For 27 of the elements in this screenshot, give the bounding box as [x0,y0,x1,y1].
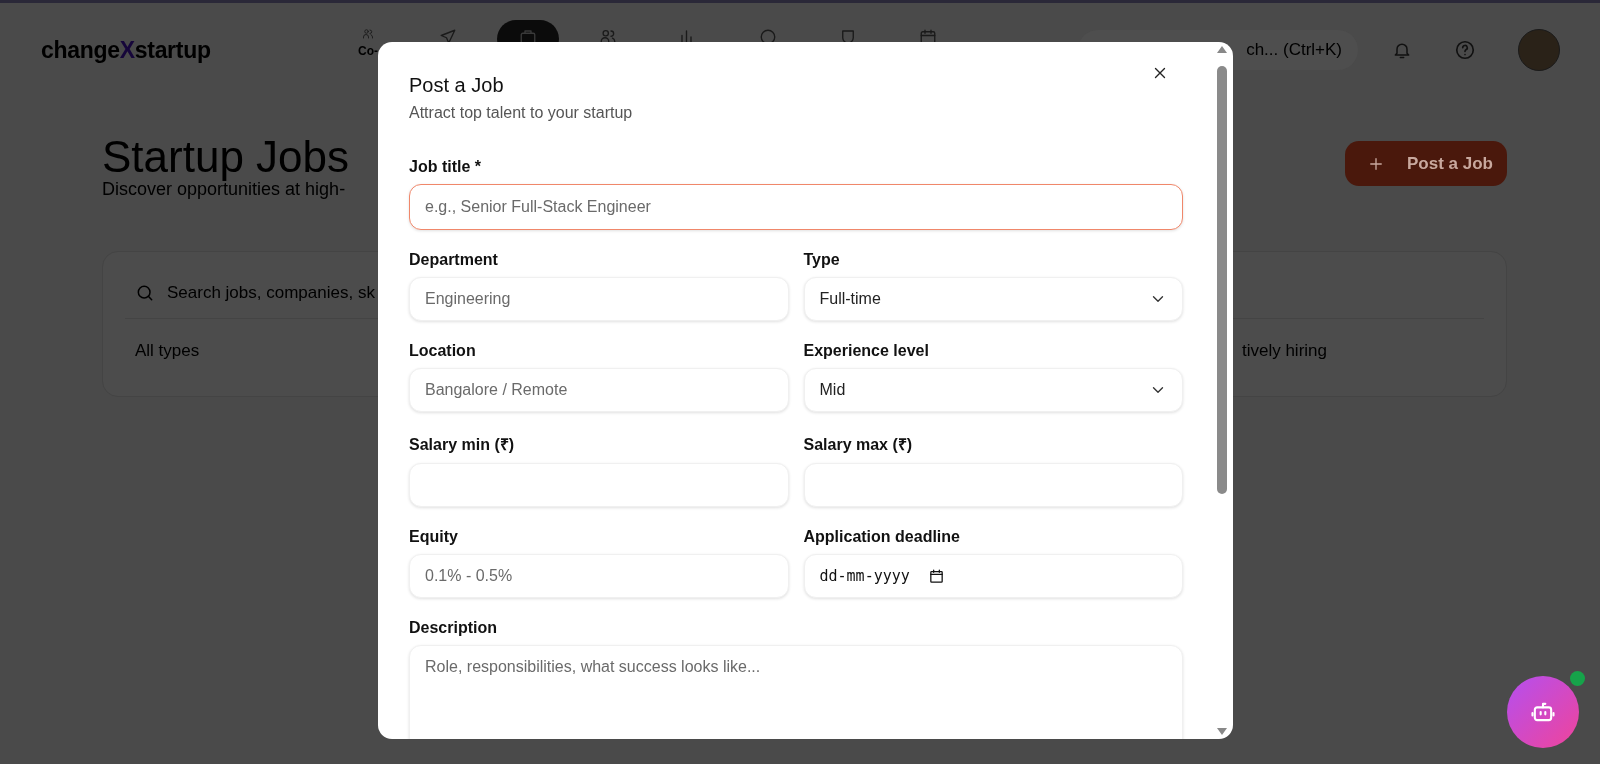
date-input[interactable]: dd-mm-yyyy [803,554,1183,598]
field-label: Experience level [803,342,930,360]
page-title: Startup Jobs [102,131,350,182]
field-label: Salary max (₹) [803,435,914,455]
description-textarea[interactable]: Role, responsibilities, what success looks like... [409,645,1183,739]
field-label: Application deadline [803,528,961,546]
modal-subtitle: Attract top talent to your startup [409,104,634,122]
field-label: Department [409,251,499,269]
scrollbar[interactable] [1215,44,1229,737]
field-label: Equity [409,528,459,546]
field-label: Type [803,251,841,269]
field-label: Job title * [409,158,482,176]
post-job-button[interactable]: Post a Job [1345,141,1507,186]
scroll-down-icon[interactable] [1216,727,1228,737]
modal-title: Post a Job [409,73,504,98]
field-label: Location [409,342,477,360]
scroll-up-icon[interactable] [1216,44,1228,54]
calendar-icon [927,567,945,585]
search-icon [135,283,155,303]
text-input[interactable]: e.g., Senior Full-Stack Engineer [409,184,1183,230]
select-dropdown[interactable]: Mid [803,368,1183,412]
field-label: Description [409,619,498,637]
nav-label: Co- [358,44,378,58]
online-status-dot [1570,671,1585,686]
help-icon [1454,39,1476,61]
field-label: Salary min (₹) [409,435,516,455]
select-dropdown[interactable]: Full-time [803,277,1183,321]
